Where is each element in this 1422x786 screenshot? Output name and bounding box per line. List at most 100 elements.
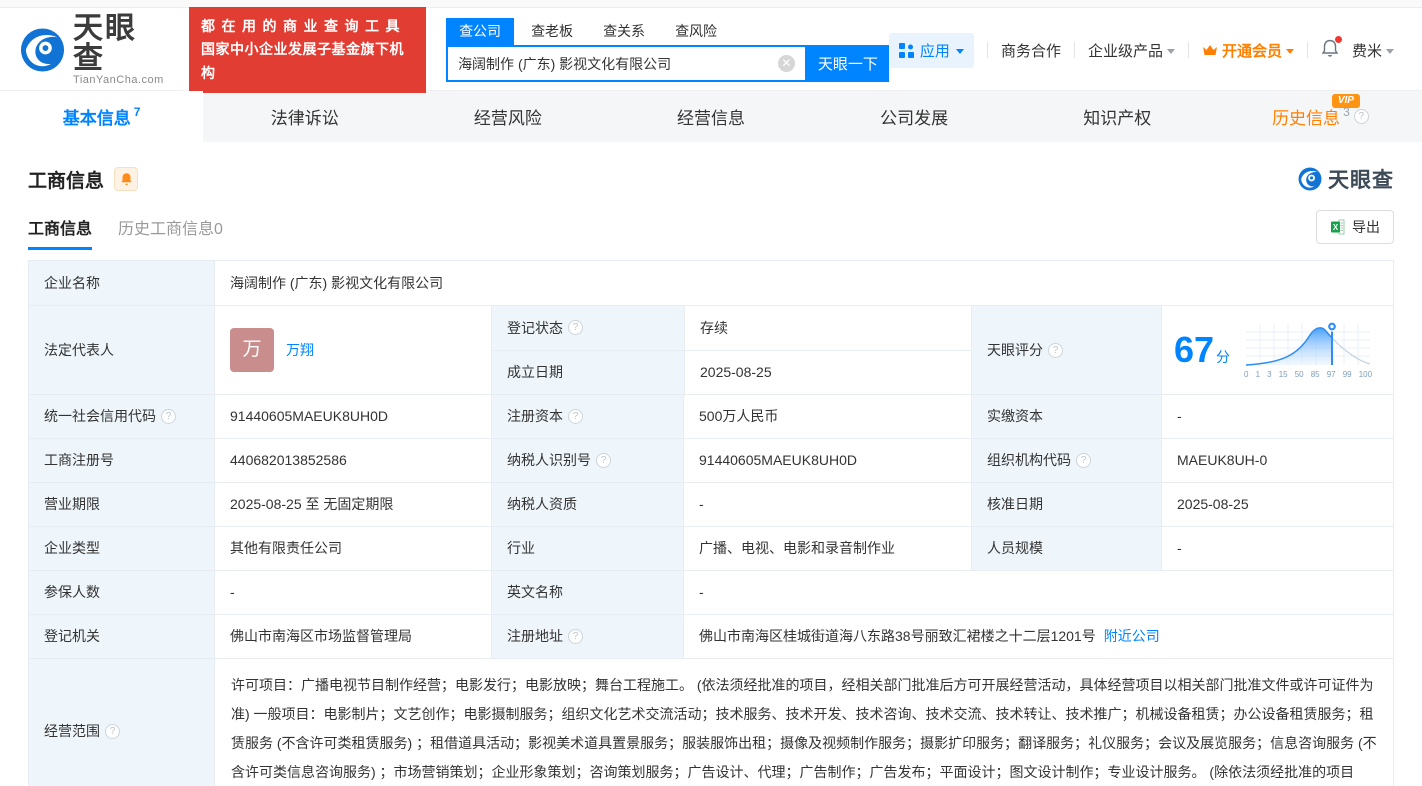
score-value: 67 bbox=[1174, 329, 1215, 370]
field-label: 企业类型 bbox=[29, 527, 214, 570]
tab-history-info[interactable]: VIP 历史信息 3 ? bbox=[1219, 91, 1422, 142]
tab-count: 7 bbox=[133, 105, 141, 119]
reg-authority-value: 佛山市南海区市场监督管理局 bbox=[214, 615, 491, 658]
help-icon[interactable]: ? bbox=[568, 629, 583, 644]
tab-basic-info[interactable]: 基本信息 7 bbox=[0, 91, 204, 142]
taxpayer-quality-value: - bbox=[683, 483, 971, 526]
subtab-business-info[interactable]: 工商信息 bbox=[28, 215, 93, 250]
notification-bell-icon[interactable] bbox=[1321, 35, 1342, 62]
apps-label: 应用 bbox=[919, 42, 950, 60]
tab-operating-risk[interactable]: 经营风险 bbox=[406, 91, 609, 142]
logo-domain: TianYanCha.com bbox=[73, 74, 164, 86]
credit-code-value: 91440605MAEUK8UH0D bbox=[214, 395, 491, 438]
nearby-companies-link[interactable]: 附近公司 bbox=[1104, 626, 1160, 646]
field-label-with-help: 登记状态 ? bbox=[492, 306, 684, 350]
company-tab-bar: 基本信息 7 法律诉讼 经营风险 经营信息 公司发展 知识产权 VIP 历史信息… bbox=[0, 90, 1422, 142]
chevron-down-icon bbox=[1166, 48, 1175, 54]
tab-business-info[interactable]: 经营信息 bbox=[609, 91, 812, 142]
tab-legal-litigation[interactable]: 法律诉讼 bbox=[203, 91, 406, 142]
reg-capital-value: 500万人民币 bbox=[683, 395, 971, 438]
enterprise-label: 企业级产品 bbox=[1087, 42, 1163, 60]
slogan-line2: 国家中小企业发展子基金旗下机构 bbox=[200, 41, 404, 81]
table-row-business-scope: 经营范围 ? 许可项目：广播电视节目制作经营；电影发行；电影放映；舞台工程施工。… bbox=[29, 658, 1393, 786]
field-label: 登记机关 bbox=[29, 615, 214, 658]
business-scope-value: 许可项目：广播电视节目制作经营；电影发行；电影放映；舞台工程施工。 (依法须经批… bbox=[214, 659, 1393, 786]
chevron-down-icon bbox=[955, 48, 964, 54]
help-icon[interactable]: ? bbox=[1048, 342, 1063, 358]
field-label-with-help: 纳税人识别号 ? bbox=[491, 439, 683, 482]
tab-label: 基本信息 bbox=[62, 109, 131, 128]
english-name-value: - bbox=[683, 571, 1393, 614]
field-label: 成立日期 bbox=[492, 350, 684, 394]
search-input[interactable] bbox=[458, 55, 778, 72]
subtab-history-business-info[interactable]: 历史工商信息0 bbox=[118, 215, 223, 250]
search-tab-boss[interactable]: 查老板 bbox=[518, 18, 586, 45]
tab-intellectual-property[interactable]: 知识产权 bbox=[1016, 91, 1219, 142]
reg-address-value: 佛山市南海区桂城街道海八东路38号丽致汇裙楼之十二层1201号 bbox=[699, 628, 1096, 645]
slogan-line1: 都在用的商业查询工具 bbox=[200, 18, 406, 35]
help-icon[interactable]: ? bbox=[596, 453, 611, 468]
field-label: 工商注册号 bbox=[29, 439, 214, 482]
search-tabs: 查公司 查老板 查关系 查风险 bbox=[446, 18, 889, 45]
grid-apps-icon bbox=[898, 42, 914, 58]
watermark-text: 天眼查 bbox=[1328, 169, 1394, 192]
field-label: 营业期限 bbox=[29, 483, 214, 526]
reg-number-value: 440682013852586 bbox=[214, 439, 491, 482]
username: 费米 bbox=[1351, 42, 1382, 60]
tab-label: 公司发展 bbox=[880, 109, 949, 128]
field-label: 核准日期 bbox=[971, 483, 1161, 526]
legal-rep-link[interactable]: 万翔 bbox=[286, 340, 314, 360]
export-label: 导出 bbox=[1352, 219, 1380, 235]
field-label: 注册地址 bbox=[507, 628, 563, 645]
score-unit: 分 bbox=[1216, 349, 1231, 365]
brand-slogan: 都在用的商业查询工具 国家中小企业发展子基金旗下机构 bbox=[188, 7, 427, 93]
top-nav: 应用 商务合作 企业级产品 开通会员 费米 bbox=[888, 32, 1394, 68]
org-code-value: MAEUK8UH-0 bbox=[1161, 439, 1393, 482]
field-label: 实缴资本 bbox=[971, 395, 1161, 438]
tianyancha-logo[interactable]: 天眼查 TianYanCha.com bbox=[20, 14, 167, 86]
score-distribution-chart[interactable]: 0 1 3 15 50 85 97 99 100 bbox=[1244, 320, 1372, 381]
search-tab-risk[interactable]: 查风险 bbox=[662, 18, 730, 45]
tab-company-development[interactable]: 公司发展 bbox=[813, 91, 1016, 142]
help-icon[interactable]: ? bbox=[161, 409, 176, 424]
search-button[interactable]: 天眼一下 bbox=[806, 45, 889, 82]
nav-open-vip[interactable]: 开通会员 bbox=[1202, 40, 1294, 61]
search-input-box: ✕ bbox=[446, 45, 807, 82]
subtab-count: 0 bbox=[214, 221, 223, 238]
establish-date-row: 成立日期 2025-08-25 bbox=[492, 349, 971, 394]
logo-text: 天眼查 bbox=[73, 12, 138, 75]
chevron-down-icon bbox=[1386, 48, 1394, 54]
tyc-score-cell: 67 分 0 1 3 15 50 85 97 99 100 bbox=[1161, 306, 1393, 394]
apps-menu[interactable]: 应用 bbox=[888, 32, 974, 68]
field-label: 天眼评分 bbox=[987, 341, 1043, 358]
insured-count-value: - bbox=[214, 571, 491, 614]
status-date-block: 登记状态 ? 存续 成立日期 2025-08-25 bbox=[491, 306, 971, 394]
tab-label: 经营信息 bbox=[676, 109, 745, 128]
nav-cooperation[interactable]: 商务合作 bbox=[1001, 40, 1061, 61]
divider bbox=[1187, 42, 1189, 58]
crown-icon bbox=[1202, 44, 1217, 55]
help-icon[interactable]: ? bbox=[1353, 109, 1369, 124]
avatar[interactable]: 万 bbox=[230, 328, 274, 372]
help-icon[interactable]: ? bbox=[568, 320, 583, 336]
table-row-reg-number: 工商注册号 440682013852586 纳税人识别号 ? 91440605M… bbox=[29, 438, 1393, 482]
help-icon[interactable]: ? bbox=[568, 409, 583, 424]
search-tab-relation[interactable]: 查关系 bbox=[590, 18, 658, 45]
nav-enterprise-products[interactable]: 企业级产品 bbox=[1088, 40, 1175, 61]
reg-address-cell: 佛山市南海区桂城街道海八东路38号丽致汇裙楼之十二层1201号 附近公司 bbox=[683, 615, 1393, 658]
help-icon[interactable]: ? bbox=[1076, 453, 1091, 468]
notification-dot bbox=[1334, 35, 1342, 43]
field-label-with-help: 注册地址 ? bbox=[491, 615, 683, 658]
search-tab-company[interactable]: 查公司 bbox=[446, 18, 515, 45]
export-button[interactable]: X 导出 bbox=[1316, 210, 1394, 244]
taxpayer-id-value: 91440605MAEUK8UH0D bbox=[683, 439, 971, 482]
chevron-down-icon bbox=[1285, 48, 1294, 54]
nav-user-menu[interactable]: 费米 bbox=[1352, 40, 1394, 61]
section-header: 工商信息 天眼查 bbox=[0, 142, 1422, 194]
tab-label: 经营风险 bbox=[473, 109, 542, 128]
vip-label: 开通会员 bbox=[1221, 42, 1282, 60]
clear-search-icon[interactable]: ✕ bbox=[777, 55, 795, 72]
field-label: 英文名称 bbox=[491, 571, 683, 614]
help-icon[interactable]: ? bbox=[105, 724, 120, 739]
subscribe-bell-icon[interactable] bbox=[114, 167, 139, 191]
